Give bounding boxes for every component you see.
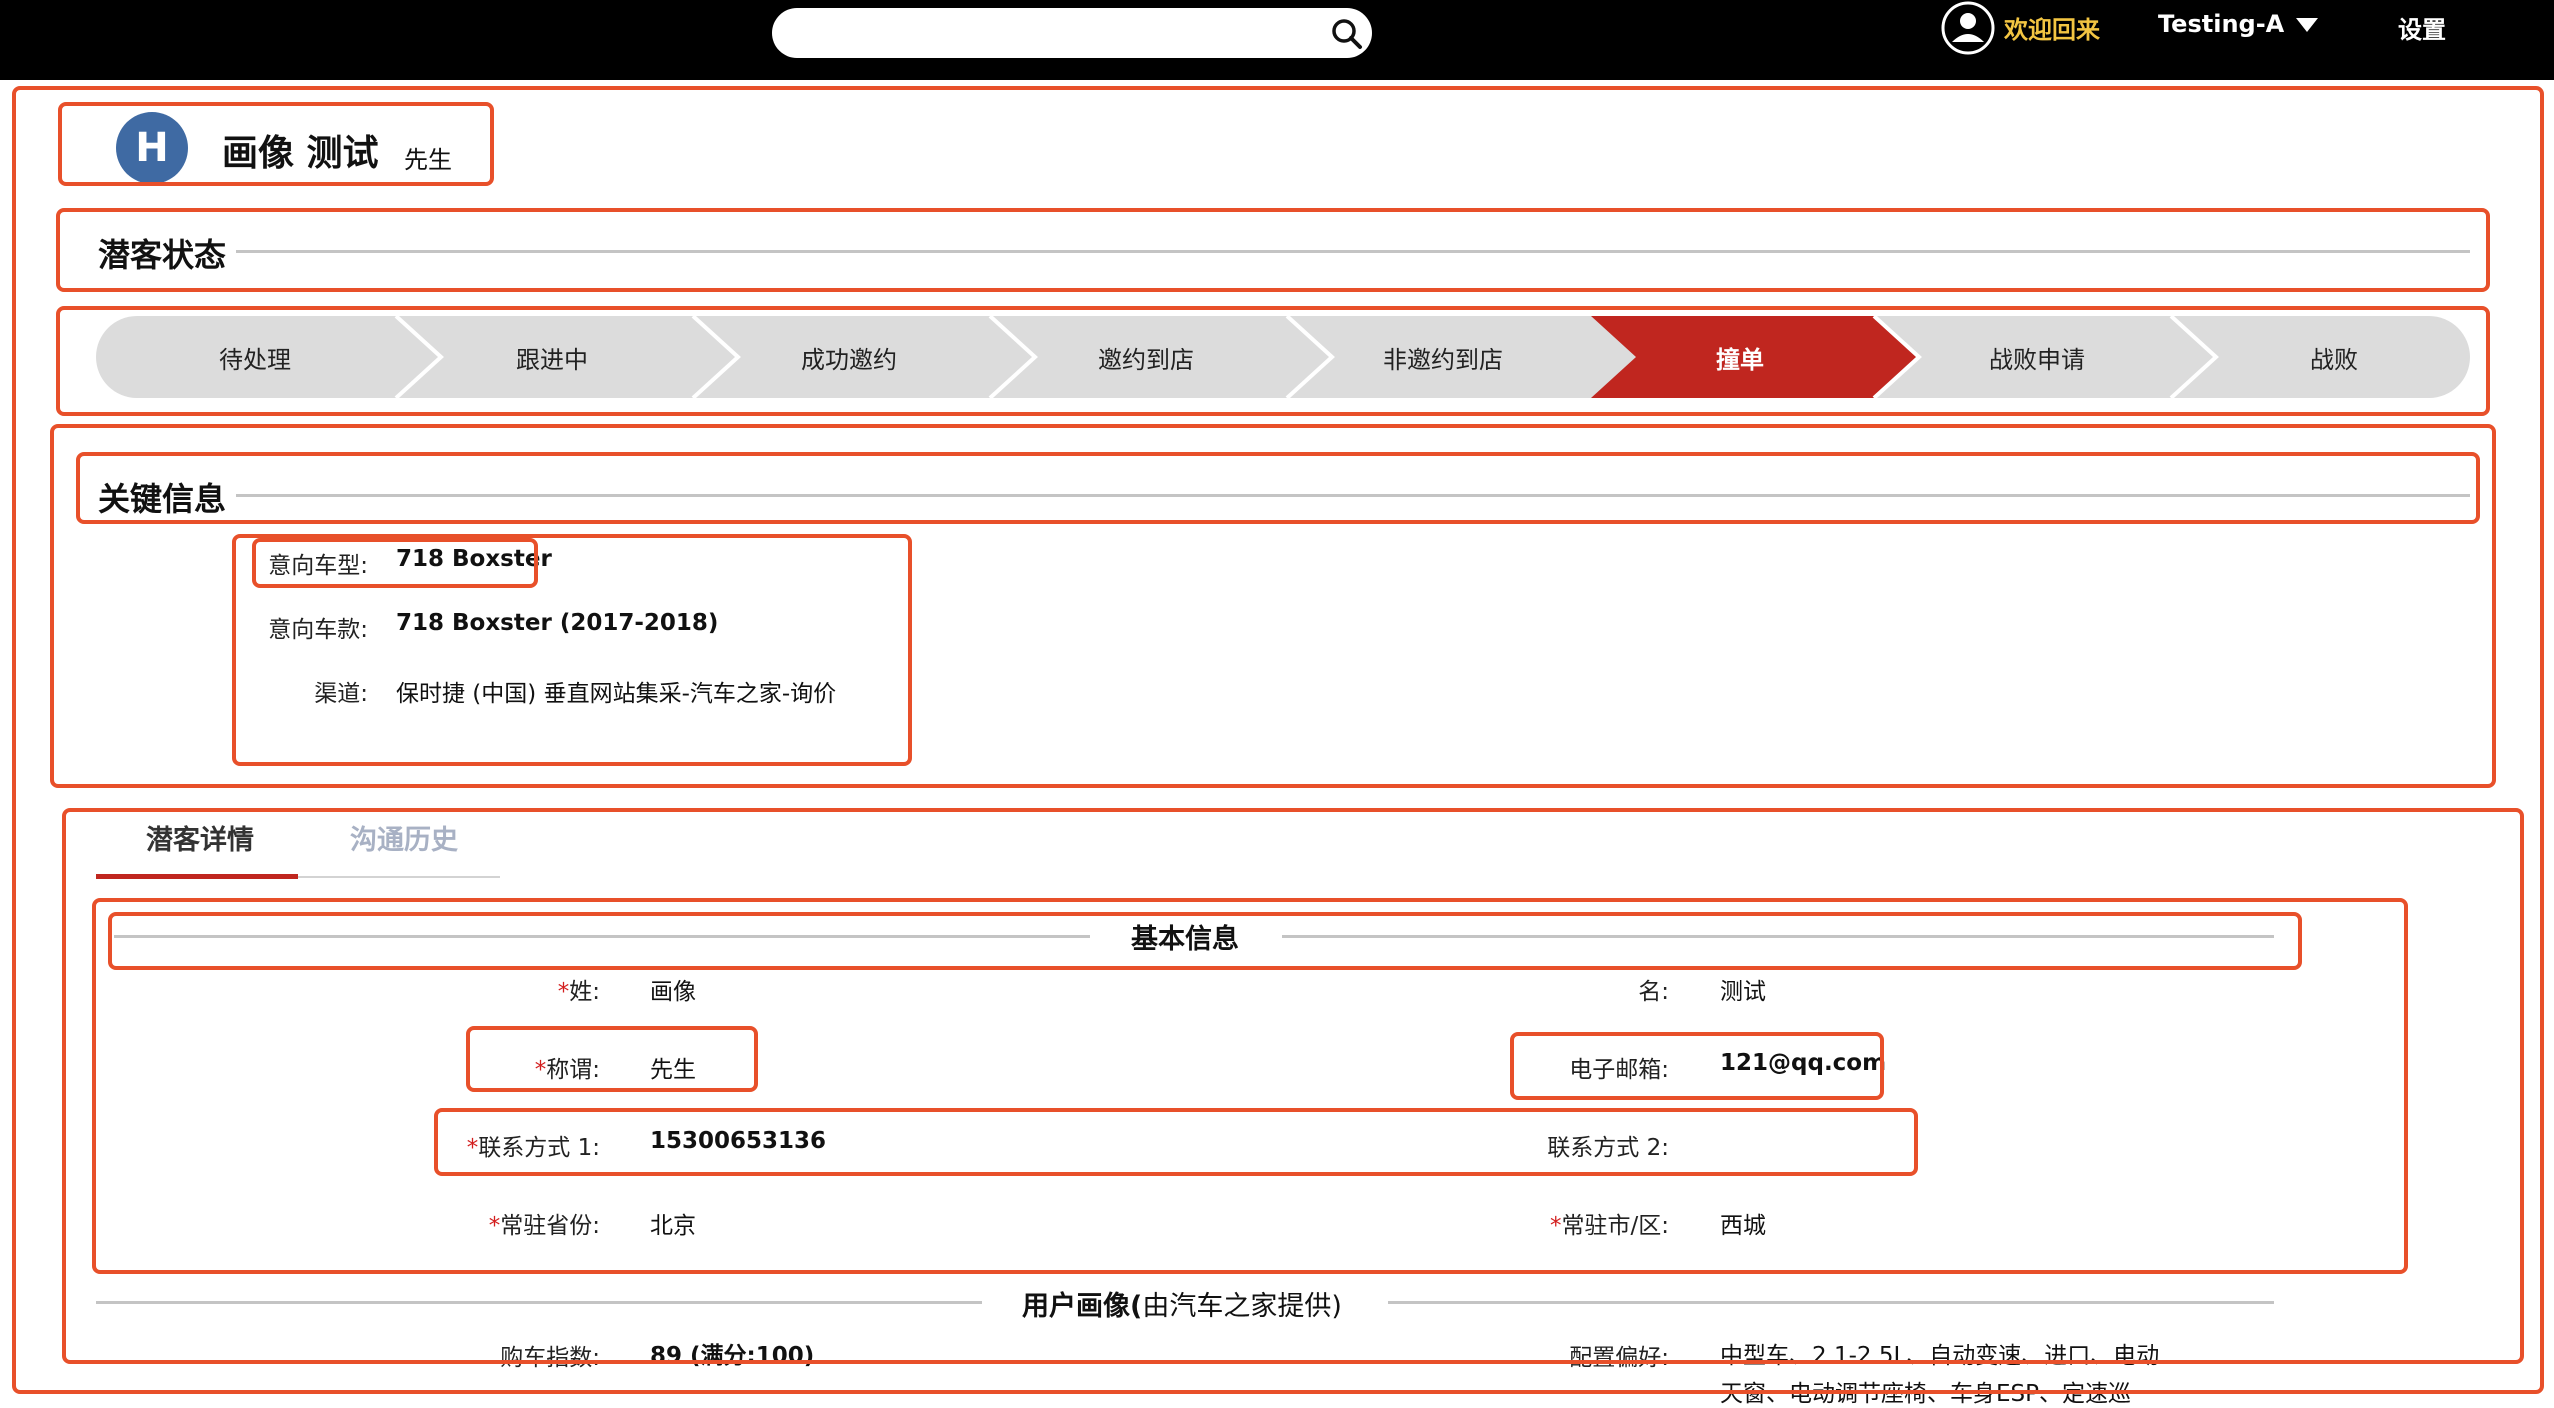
caret-down-icon <box>2296 18 2319 32</box>
tab-communication-history[interactable]: 沟通历史 <box>350 818 458 857</box>
annotation-key-info-title <box>76 452 2480 524</box>
portrait-divider-left <box>96 1301 982 1304</box>
salutation-value: 先生 <box>650 1057 696 1083</box>
channel-value: 保时捷 (中国) 垂直网站集采-汽车之家-询价 <box>396 681 837 707</box>
province-value: 北京 <box>650 1213 696 1239</box>
settings-link[interactable]: 设置 <box>2398 10 2446 45</box>
annotation-salutation <box>466 1026 758 1092</box>
contact1-value: 15300653136 <box>650 1128 827 1154</box>
stage-defeat-request[interactable]: 战败申请 <box>1937 340 2137 375</box>
stage-following[interactable]: 跟进中 <box>452 340 652 375</box>
salutation-label: *称谓: <box>534 1057 600 1083</box>
user-avatar-icon[interactable] <box>1940 0 1996 56</box>
model-label: 意向车型: <box>268 553 368 579</box>
portrait-divider-right <box>1388 1301 2274 1304</box>
preference-line-2: 天窗、电动调节座椅、车身ESP、定速巡 <box>1720 1381 2132 1407</box>
stage-invited[interactable]: 成功邀约 <box>749 340 949 375</box>
city-value: 西城 <box>1720 1213 1766 1239</box>
contact2-label: 联系方式 2: <box>1547 1135 1669 1161</box>
version-label: 意向车款: <box>268 617 368 643</box>
status-section-divider <box>236 250 2470 253</box>
stage-uninvited-visit[interactable]: 非邀约到店 <box>1343 340 1543 375</box>
annotation-details <box>62 808 2524 1364</box>
customer-name: 画像 测试 <box>222 133 379 174</box>
contact1-label: *联系方式 1: <box>466 1135 600 1161</box>
annotation-key-info <box>50 424 2496 788</box>
basic-info-divider-left <box>114 935 1090 938</box>
customer-avatar: H <box>116 112 188 184</box>
search-icon[interactable] <box>1330 17 1364 51</box>
basic-info-divider-right <box>1282 935 2274 938</box>
purchase-index-label: 购车指数: <box>500 1345 600 1371</box>
user-menu-dropdown[interactable]: Testing-A <box>2158 10 2319 38</box>
status-section-title: 潜客状态 <box>98 236 227 274</box>
search-input[interactable] <box>772 8 1372 58</box>
channel-label: 渠道: <box>314 681 368 707</box>
purchase-index-value: 89 (满分:100) <box>650 1343 815 1369</box>
province-label: *常驻省份: <box>488 1213 600 1239</box>
version-value: 718 Boxster (2017-2018) <box>396 610 719 636</box>
key-info-divider <box>236 494 2470 497</box>
welcome-text: 欢迎回来 <box>2004 16 2100 44</box>
given-name-value: 测试 <box>1720 979 1766 1005</box>
email-value: 121@qq.com <box>1720 1050 1887 1076</box>
model-value: 718 Boxster <box>396 546 552 572</box>
stage-defeated[interactable]: 战败 <box>2234 340 2434 375</box>
city-label: *常驻市/区: <box>1550 1213 1669 1239</box>
basic-info-title: 基本信息 <box>1131 924 1239 955</box>
surname-label: *姓: <box>557 979 600 1005</box>
preference-label: 配置偏好: <box>1569 1345 1669 1371</box>
user-name: Testing-A <box>2158 10 2285 38</box>
given-name-label: 名: <box>1638 979 1669 1005</box>
stage-pending[interactable]: 待处理 <box>155 340 355 375</box>
tab-active-indicator <box>96 874 298 879</box>
tab-customer-detail[interactable]: 潜客详情 <box>146 818 254 857</box>
stage-invited-visit[interactable]: 邀约到店 <box>1046 340 1246 375</box>
preference-line-1: 中型车、2.1-2.5L、自动变速、进口、电动 <box>1720 1343 2160 1369</box>
customer-salutation: 先生 <box>404 146 452 174</box>
stage-duplicate[interactable]: 撞单 <box>1640 340 1840 375</box>
surname-value: 画像 <box>650 979 696 1005</box>
email-label: 电子邮箱: <box>1569 1057 1669 1083</box>
key-info-title: 关键信息 <box>98 480 227 518</box>
annotation-page <box>12 86 2544 1394</box>
portrait-title: 用户画像(由汽车之家提供) <box>1022 1291 1342 1322</box>
